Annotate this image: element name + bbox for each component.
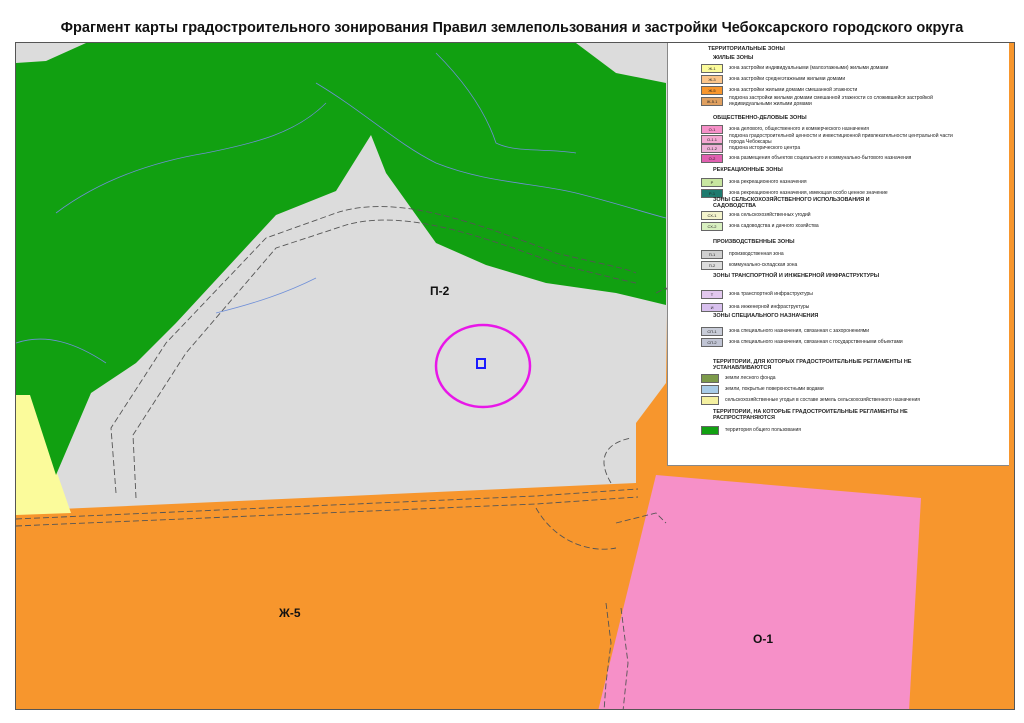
legend-swatch: СП-2 (701, 338, 723, 347)
legend-swatch: СХ-1 (701, 211, 723, 220)
legend-item-label: зона застройки индивидуальными (малоэтаж… (729, 64, 889, 71)
legend-swatch (701, 396, 719, 405)
legend-swatch: Ж-5 (701, 86, 723, 95)
legend-item-label: зона рекреационного назначения, имеющая … (729, 189, 888, 196)
legend-item: Тзона транспортной инфраструктуры (701, 290, 969, 299)
legend-group-heading: ЗОНЫ СПЕЦИАЛЬНОГО НАЗНАЧЕНИЯ (713, 313, 819, 319)
legend-swatch: СП-1 (701, 327, 723, 336)
legend-item-label: зона инженерной инфраструктуры (729, 303, 810, 310)
legend-item-label: сельскохозяйственные угодья в составе зе… (725, 396, 920, 403)
legend-item: СП-1 зона специального назначения, связан… (701, 327, 969, 336)
legend-group-heading: ЗОНЫ ТРАНСПОРТНОЙ И ИНЖЕНЕРНОЙ ИНФРАСТРУ… (713, 273, 880, 279)
zone-label-zh5: Ж-5 (279, 606, 301, 620)
legend-swatch: О-1.2 (701, 144, 723, 153)
legend-item-label: коммунально-складская зона (729, 261, 798, 268)
legend-item: П-1 производственная зона (701, 250, 969, 259)
legend-item: О-1.1 подзона градостроительной ценности … (701, 133, 969, 144)
legend-swatch: Р (701, 178, 723, 187)
legend-swatch: О-2 (701, 154, 723, 163)
legend-swatch (701, 374, 719, 383)
legend-item-label: зона садоводства и дачного хозяйства (729, 222, 819, 229)
legend-group-heading: ТЕРРИТОРИИ, НА КОТОРЫЕ ГРАДОСТРОИТЕЛЬНЫЕ… (713, 409, 908, 421)
legend-item: земли лесного фонда (701, 374, 965, 383)
legend-swatch: СХ-2 (701, 222, 723, 231)
legend-item: Ж-5.1 подзона застройки жилыми домами сме… (701, 95, 969, 107)
legend-item-label: зона застройки жилыми домами смешанной э… (729, 86, 858, 93)
legend-item-label: подзона застройки жилыми домами смешанно… (729, 95, 933, 107)
legend-item: Изона инженерной инфраструктуры (701, 303, 969, 312)
legend-swatch (701, 385, 719, 394)
legend-item-label: подзона исторического центра (729, 144, 801, 151)
legend-swatch: Ж-5.1 (701, 97, 723, 106)
legend-item: сельскохозяйственные угодья в составе зе… (701, 396, 965, 405)
legend-group-heading: ЖИЛЫЕ ЗОНЫ (713, 55, 754, 61)
legend-swatch: Ж-3 (701, 75, 723, 84)
legend-swatch: Ж-1 (701, 64, 723, 73)
legend-item-label: зона размещения объектов социального и к… (729, 154, 912, 161)
legend-swatch: И (701, 303, 723, 312)
legend-item: СП-2 зона специального назначения, связан… (701, 338, 969, 347)
legend-item-label: зона транспортной инфраструктуры (729, 290, 813, 297)
legend-swatch: П-1 (701, 250, 723, 259)
legend-item-label: зона рекреационного назначения (729, 178, 807, 185)
legend-item: Рзона рекреационного назначения (701, 178, 969, 187)
legend-item: СХ-2 зона садоводства и дачного хозяйства (701, 222, 969, 231)
legend-item: П-2 коммунально-складская зона (701, 261, 969, 270)
legend-title: ТЕРРИТОРИАЛЬНЫЕ ЗОНЫ (708, 46, 785, 52)
legend-swatch (701, 426, 719, 435)
legend-swatch: О-1.1 (701, 135, 723, 144)
zone-label-p2: П-2 (430, 284, 450, 298)
map-title: Фрагмент карты градостроительного зониро… (60, 20, 964, 36)
map-legend: ТЕРРИТОРИАЛЬНЫЕ ЗОНЫ ЖИЛЫЕ ЗОНЫ Ж-1 зона з… (667, 43, 1009, 466)
zone-label-o1: О-1 (753, 632, 774, 646)
legend-item: территория общего пользования (701, 426, 965, 435)
legend-item-label: зона сельскохозяйственных угодий (729, 211, 811, 218)
legend-item-label: зона делового, общественного и коммерчес… (729, 125, 869, 132)
legend-item: Ж-3 зона застройки среднеэтажными жилыми … (701, 75, 969, 84)
legend-item: Ж-1 зона застройки индивидуальными (малоэ… (701, 64, 969, 73)
legend-item-label: земли лесного фонда (725, 374, 776, 381)
legend-item-label: территория общего пользования (725, 426, 801, 433)
legend-item-label: зона специального назначения, связанная … (729, 327, 870, 334)
legend-item: О-1.2 подзона исторического центра (701, 144, 969, 153)
legend-swatch: О-1 (701, 125, 723, 134)
legend-group-heading: ПРОИЗВОДСТВЕННЫЕ ЗОНЫ (713, 239, 795, 245)
legend-item: Ж-5 зона застройки жилыми домами смешанно… (701, 86, 969, 95)
legend-group-heading: РЕКРЕАЦИОННЫЕ ЗОНЫ (713, 167, 783, 173)
legend-swatch: Т (701, 290, 723, 299)
legend-swatch: П-2 (701, 261, 723, 270)
legend-group-heading: ЗОНЫ СЕЛЬСКОХОЗЯЙСТВЕННОГО ИСПОЛЬЗОВАНИЯ… (713, 197, 870, 209)
legend-item-label: зона специального назначения, связанная … (729, 338, 903, 345)
legend-group-heading: ОБЩЕСТВЕННО-ДЕЛОВЫЕ ЗОНЫ (713, 115, 807, 121)
legend-item: СХ-1 зона сельскохозяйственных угодий (701, 211, 969, 220)
legend-item: земли, покрытые поверхностными водами (701, 385, 965, 394)
legend-group-heading: ТЕРРИТОРИИ, ДЛЯ КОТОРЫХ ГРАДОСТРОИТЕЛЬНЫ… (713, 359, 912, 371)
legend-item: О-2 зона размещения объектов социального … (701, 154, 969, 163)
legend-item-label: земли, покрытые поверхностными водами (725, 385, 824, 392)
legend-item-label: производственная зона (729, 250, 784, 257)
legend-item-label: зона застройки среднеэтажными жилыми дом… (729, 75, 846, 82)
